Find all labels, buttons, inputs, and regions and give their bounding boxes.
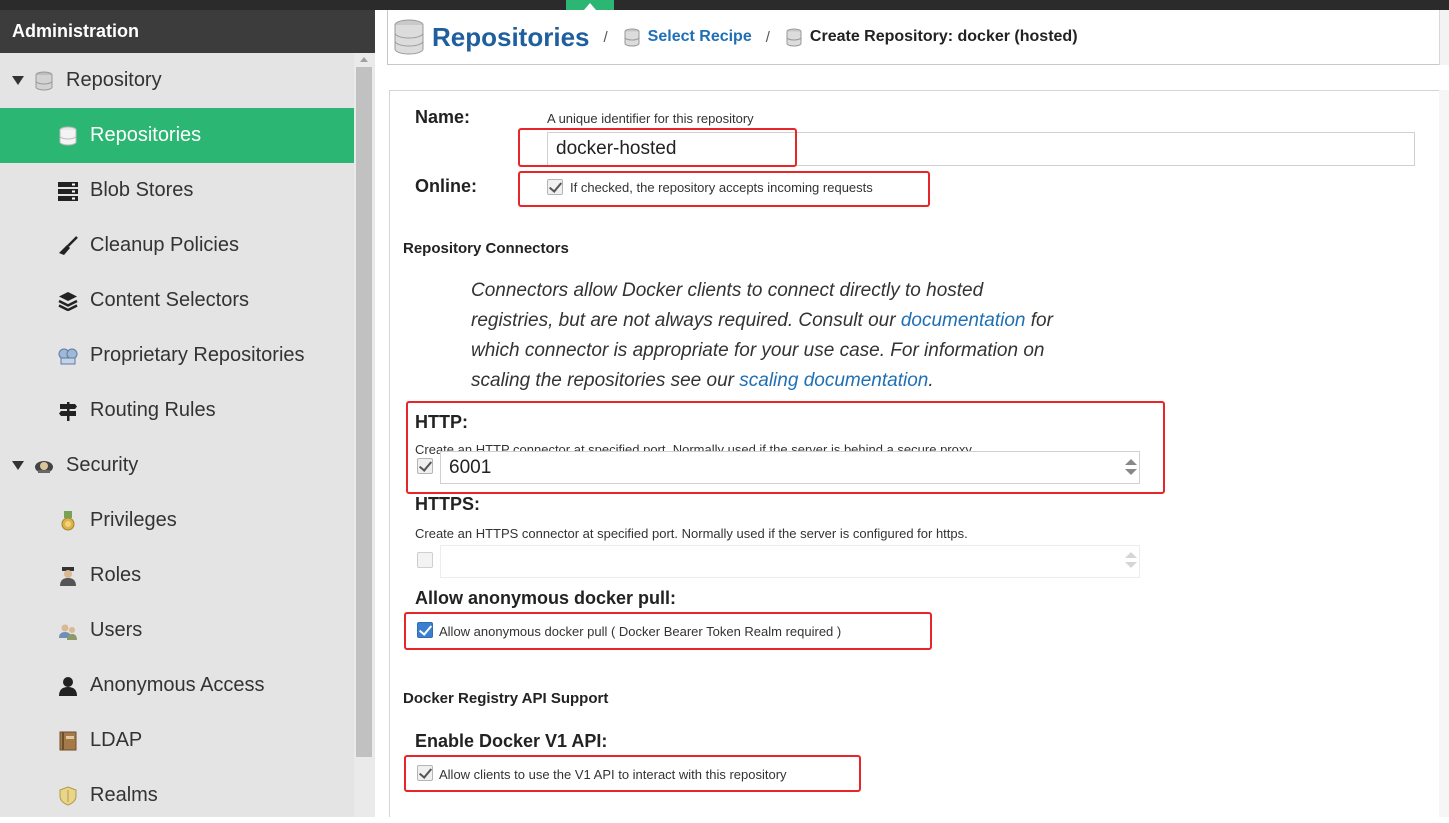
description-line: scaling the repositories see our xyxy=(471,370,740,391)
highlight-online xyxy=(518,171,930,207)
nav-tree: Repository Repositories Blob Stores Clea… xyxy=(0,53,354,817)
description-line: registries, but are not always required.… xyxy=(471,310,901,331)
database-icon xyxy=(34,71,54,91)
https-port-spinner[interactable] xyxy=(1125,551,1137,571)
scroll-up-icon[interactable] xyxy=(360,57,368,62)
proprietary-icon xyxy=(58,346,78,366)
spinner-down-icon[interactable] xyxy=(1125,562,1137,568)
main-content: Repositories / Select Recipe / Create Re… xyxy=(375,10,1449,817)
anonymous-pull-label: Allow anonymous docker pull: xyxy=(415,588,677,608)
sidebar-scrollbar-thumb[interactable] xyxy=(356,67,372,757)
connectors-description: Connectors allow Docker clients to conne… xyxy=(471,276,1111,396)
nav-group-security[interactable]: Security xyxy=(0,438,354,493)
sidebar-item-realms[interactable]: Realms xyxy=(0,768,354,823)
sidebar-item-label: LDAP xyxy=(90,729,143,751)
page-title[interactable]: Repositories xyxy=(432,22,590,53)
security-icon xyxy=(34,456,54,476)
sidebar-item-label: Blob Stores xyxy=(90,179,194,201)
sidebar-item-anonymous-access[interactable]: Anonymous Access xyxy=(0,658,354,713)
book-icon xyxy=(58,731,78,751)
https-help: Create an HTTPS connector at specified p… xyxy=(415,526,968,541)
sidebar-item-label: Realms xyxy=(90,784,158,806)
signpost-icon xyxy=(58,401,78,421)
top-toolbar xyxy=(0,0,1449,10)
server-icon xyxy=(58,181,78,201)
description-line: for xyxy=(1025,310,1053,331)
highlight-http xyxy=(406,401,1165,494)
sidebar-item-content-selectors[interactable]: Content Selectors xyxy=(0,273,354,328)
users-icon xyxy=(58,621,78,641)
shield-icon xyxy=(58,785,78,806)
name-label: Name: xyxy=(415,107,471,127)
sidebar-item-privileges[interactable]: Privileges xyxy=(0,493,354,548)
sidebar-item-blob-stores[interactable]: Blob Stores xyxy=(0,163,354,218)
sidebar-item-proprietary-repositories[interactable]: Proprietary Repositories xyxy=(0,328,354,383)
caret-down-icon[interactable] xyxy=(12,76,24,85)
form-scrollbar[interactable] xyxy=(1439,90,1449,817)
sidebar-item-label: Roles xyxy=(90,564,142,586)
database-icon xyxy=(784,27,804,47)
breadcrumb-current: Create Repository: docker (hosted) xyxy=(809,28,1078,45)
online-label: Online: xyxy=(415,176,477,196)
database-icon xyxy=(394,19,424,55)
highlight-v1-api xyxy=(404,755,861,792)
sidebar-item-label: Content Selectors xyxy=(90,289,249,311)
sidebar-scrollbar[interactable] xyxy=(354,53,375,817)
sidebar-item-ldap[interactable]: LDAP xyxy=(0,713,354,768)
sidebar-item-routing-rules[interactable]: Routing Rules xyxy=(0,383,354,438)
breadcrumb: Repositories / Select Recipe / Create Re… xyxy=(387,10,1449,65)
user-icon xyxy=(58,676,78,696)
medal-icon xyxy=(58,510,78,531)
sidebar-item-label: Privileges xyxy=(90,509,177,531)
https-checkbox[interactable] xyxy=(417,552,433,568)
description-line: Connectors allow Docker clients to conne… xyxy=(471,280,984,301)
spinner-up-icon[interactable] xyxy=(1125,552,1137,558)
breadcrumb-select-recipe-link[interactable]: Select Recipe xyxy=(648,28,752,46)
sidebar-item-label: Proprietary Repositories xyxy=(90,344,305,366)
nav-group-label: Repository xyxy=(66,69,162,91)
database-icon xyxy=(58,126,78,146)
name-help: A unique identifier for this repository xyxy=(547,111,754,126)
breadcrumb-separator: / xyxy=(603,28,608,46)
sidebar-item-label: Users xyxy=(90,619,143,641)
sidebar-item-label: Cleanup Policies xyxy=(90,234,239,256)
v1-api-label: Enable Docker V1 API: xyxy=(415,731,608,751)
header-scrollbar[interactable] xyxy=(1439,10,1449,65)
highlight-anonymous-pull xyxy=(404,612,932,650)
https-label: HTTPS: xyxy=(415,494,480,514)
https-port-input[interactable] xyxy=(440,545,1140,578)
database-icon xyxy=(622,27,642,47)
section-repository-connectors: Repository Connectors xyxy=(403,240,569,257)
nav-group-label: Security xyxy=(66,454,139,476)
scaling-documentation-link[interactable]: scaling documentation xyxy=(739,370,928,391)
active-mode-indicator[interactable] xyxy=(566,0,614,10)
caret-down-icon[interactable] xyxy=(12,461,24,470)
sidebar-header: Administration xyxy=(0,10,375,53)
description-line: which connector is appropriate for your … xyxy=(471,340,1045,361)
layers-icon xyxy=(58,291,78,311)
section-docker-api-support: Docker Registry API Support xyxy=(403,690,609,707)
sidebar-item-roles[interactable]: Roles xyxy=(0,548,354,603)
sidebar-item-label: Repositories xyxy=(90,124,202,146)
nav-group-repository[interactable]: Repository xyxy=(0,53,354,108)
sidebar-item-cleanup-policies[interactable]: Cleanup Policies xyxy=(0,218,354,273)
sidebar-item-users[interactable]: Users xyxy=(0,603,354,658)
sidebar-item-label: Routing Rules xyxy=(90,399,216,421)
breadcrumb-separator: / xyxy=(765,28,770,46)
role-icon xyxy=(58,566,78,586)
admin-sidebar: Administration Repository Repositories B… xyxy=(0,10,375,817)
documentation-link[interactable]: documentation xyxy=(901,310,1026,331)
description-line: . xyxy=(928,370,934,391)
sidebar-item-label: Anonymous Access xyxy=(90,674,265,696)
broom-icon xyxy=(58,235,78,256)
sidebar-item-repositories[interactable]: Repositories xyxy=(0,108,354,163)
highlight-name xyxy=(518,128,797,167)
